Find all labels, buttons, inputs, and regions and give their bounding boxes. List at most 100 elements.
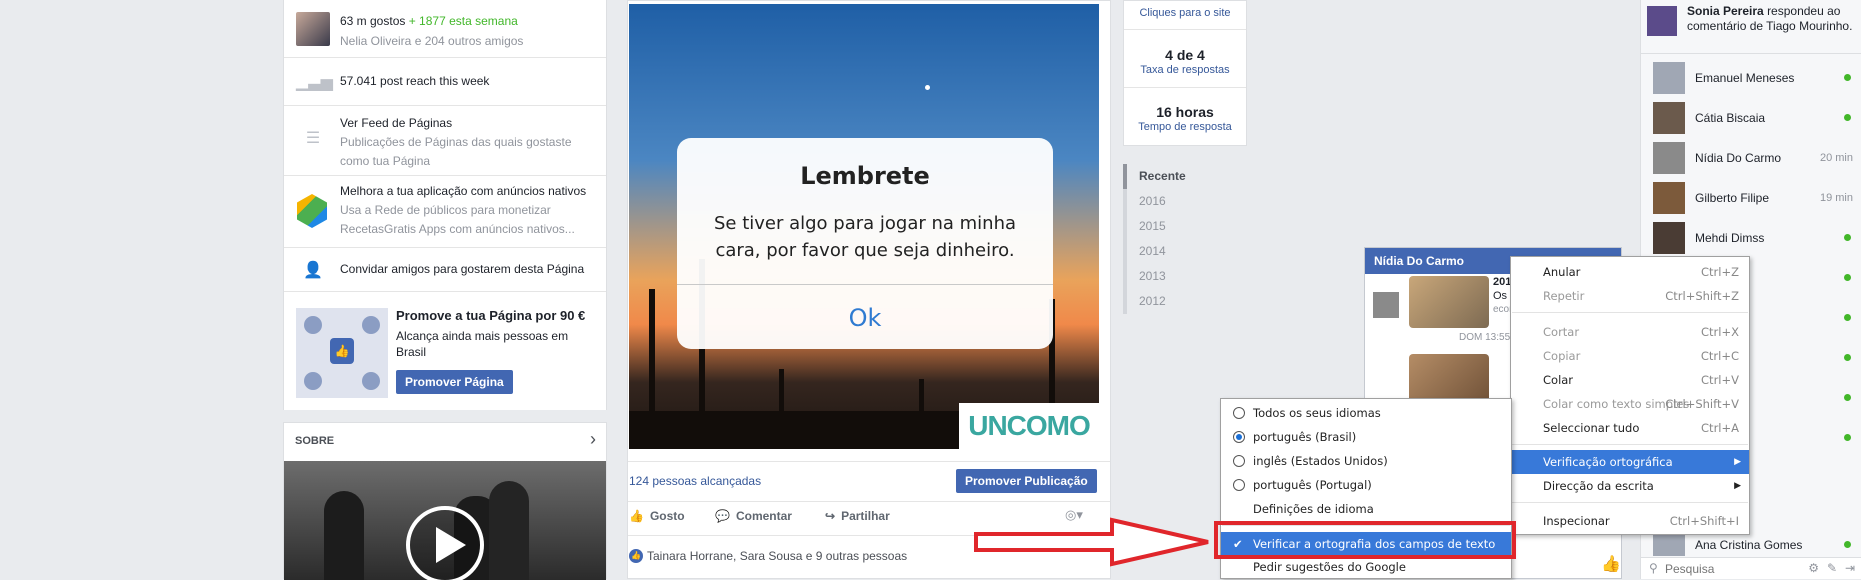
gear-icon[interactable]: ⚙ (1808, 561, 1819, 575)
play-icon[interactable] (406, 506, 484, 580)
menu-undo[interactable]: Anular Ctrl+Z (1511, 260, 1749, 284)
chat-like-icon[interactable]: 👍 (1601, 554, 1621, 574)
comment-button[interactable]: 💬 Comentar (715, 509, 792, 523)
likes-item[interactable]: 63 m gostos + 1877 esta semana Nelia Oli… (284, 0, 606, 58)
promote-post-button[interactable]: Promover Publicação (956, 469, 1097, 493)
thumbs-up-icon: 👍 (330, 338, 354, 364)
lang-pt-pt[interactable]: português (Portugal) (1221, 473, 1511, 497)
pages-feed-title: Ver Feed de Páginas (340, 116, 453, 130)
avatar (1653, 182, 1685, 214)
chat-avatar (1373, 292, 1399, 318)
avatar (1653, 534, 1685, 556)
avatar (1653, 142, 1685, 174)
reach-item[interactable]: ▁▃▅ 57.041 post reach this week (284, 58, 606, 106)
notification-item[interactable]: Sonia Pereira respondeu ao comentário de… (1641, 0, 1861, 54)
contact-item[interactable]: Mehdi Dimss (1653, 222, 1853, 254)
chevron-right-icon[interactable]: › (590, 429, 596, 450)
radio-selected-icon (1233, 431, 1245, 443)
unicomo-logo: UNCOMO (959, 403, 1099, 449)
response-rate-label: Taxa de respostas (1140, 64, 1230, 76)
link-preview-image[interactable] (1409, 276, 1489, 328)
menu-cut[interactable]: Cortar Ctrl+X (1511, 320, 1749, 344)
lang-all[interactable]: Todos os seus idiomas (1221, 401, 1511, 425)
chat-timestamp: DOM 13:55 (1459, 332, 1511, 343)
menu-paste-plain[interactable]: Colar como texto simples Ctrl+Shift+V (1511, 392, 1749, 416)
menu-writing-direction[interactable]: Direcção da escrita ▶ (1511, 474, 1749, 498)
like-button[interactable]: 👍 Gosto (629, 509, 685, 523)
search-icon: ⚲ (1649, 561, 1658, 575)
invite-item[interactable]: 👤 Convidar amigos para gostarem desta Pá… (284, 248, 606, 292)
lang-pt-br[interactable]: português (Brasil) (1221, 425, 1511, 449)
highlight-box (1214, 521, 1516, 559)
moon (925, 85, 930, 90)
year-2016[interactable]: 2016 (1123, 189, 1223, 214)
menu-copy[interactable]: Copiar Ctrl+C (1511, 344, 1749, 368)
menu-inspect[interactable]: Inspecionar Ctrl+Shift+I (1511, 509, 1749, 533)
contact-item[interactable]: Nídia Do Carmo 20 min (1653, 142, 1853, 174)
online-indicator (1844, 274, 1851, 281)
promote-page-button[interactable]: Promover Página (396, 370, 513, 394)
year-recent[interactable]: Recente (1123, 164, 1223, 189)
year-2014[interactable]: 2014 (1123, 239, 1223, 264)
promote-desc: Alcança ainda mais pessoas em Brasil (396, 329, 569, 359)
online-indicator (1844, 541, 1851, 548)
menu-redo[interactable]: Repetir Ctrl+Shift+Z (1511, 284, 1749, 308)
contact-item[interactable]: Cátia Biscaia (1653, 102, 1853, 134)
likes-week: + 1877 esta semana (408, 14, 518, 28)
chat-search-input[interactable] (1665, 560, 1785, 577)
new-message-icon[interactable]: ✎ (1827, 561, 1837, 575)
submenu-arrow-icon: ▶ (1734, 481, 1741, 491)
online-indicator (1844, 234, 1851, 241)
feed-icon: ☰ (305, 130, 321, 147)
year-2015[interactable]: 2015 (1123, 214, 1223, 239)
radio-icon (1233, 455, 1245, 467)
online-indicator (1844, 394, 1851, 401)
online-indicator (1844, 114, 1851, 121)
native-ads-desc: Usa a Rede de públicos para monetizar Re… (340, 203, 575, 236)
share-button[interactable]: ↪ Partilhar (825, 509, 890, 523)
post-card: Lembrete Se tiver algo para jogar na min… (627, 0, 1111, 579)
response-time: 16 horas (1156, 104, 1214, 120)
online-indicator (1844, 434, 1851, 441)
invite-text: Convidar amigos para gostarem desta Pági… (340, 262, 585, 276)
menu-spellcheck[interactable]: Verificação ortográfica ▶ (1511, 450, 1749, 474)
comment-icon: 💬 (715, 509, 730, 523)
annotation-arrow (974, 517, 1209, 567)
chat-search-bar: ⚲ ⚙ ✎ ⇥ (1641, 557, 1861, 579)
promote-page-box: 👍 Promove a tua Página por 90 € Alcança … (284, 292, 606, 410)
context-menu: Anular Ctrl+Z Repetir Ctrl+Shift+Z Cortar C… (1510, 256, 1750, 535)
contact-item[interactable]: Emanuel Meneses (1653, 62, 1853, 94)
dialog-ok: Ok (848, 304, 882, 332)
response-count: 4 de 4 (1165, 47, 1205, 63)
post-reach-link[interactable]: 124 pessoas alcançadas (629, 474, 761, 488)
post-image[interactable]: Lembrete Se tiver algo para jogar na min… (629, 4, 1099, 449)
about-section: SOBRE › (283, 422, 607, 580)
like-icon: 👍 (629, 509, 644, 523)
response-time-label: Tempo de resposta (1138, 121, 1232, 133)
radio-icon (1233, 407, 1245, 419)
about-video[interactable] (284, 461, 606, 580)
avatar (1653, 62, 1685, 94)
google-suggestions[interactable]: Pedir sugestões do Google (1221, 557, 1511, 579)
hide-sidebar-icon[interactable]: ⇥ (1845, 561, 1855, 575)
add-friend-icon: 👤 (303, 262, 323, 279)
year-2012[interactable]: 2012 (1123, 289, 1223, 314)
likers-summary[interactable]: 👍 Tainara Horrane, Sara Sousa e 9 outras … (629, 549, 907, 563)
lang-en-us[interactable]: inglês (Estados Unidos) (1221, 449, 1511, 473)
dialog-title: Lembrete (800, 162, 930, 190)
contact-item[interactable]: Gilberto Filipe 19 min (1653, 182, 1853, 214)
clicks-label[interactable]: Cliques para o site (1124, 7, 1246, 19)
likes-friends[interactable]: Nelia Oliveira e 204 outros amigos (340, 32, 596, 51)
language-settings[interactable]: Definições de idioma (1221, 497, 1511, 521)
pages-feed-desc: Publicações de Páginas das quais gostast… (340, 135, 572, 168)
page-sidebar-left: 63 m gostos + 1877 esta semana Nelia Oli… (283, 0, 607, 410)
avatar (1653, 222, 1685, 254)
contact-item[interactable]: Ana Cristina Gomes (1653, 534, 1853, 556)
year-2013[interactable]: 2013 (1123, 264, 1223, 289)
native-ads-item[interactable]: Melhora a tua aplicação com anúncios nat… (284, 176, 606, 248)
menu-select-all[interactable]: Seleccionar tudo Ctrl+A (1511, 416, 1749, 440)
like-reaction-icon: 👍 (629, 549, 643, 563)
online-indicator (1844, 314, 1851, 321)
pages-feed-item[interactable]: ☰ Ver Feed de Páginas Publicações de Pág… (284, 106, 606, 176)
menu-paste[interactable]: Colar Ctrl+V (1511, 368, 1749, 392)
